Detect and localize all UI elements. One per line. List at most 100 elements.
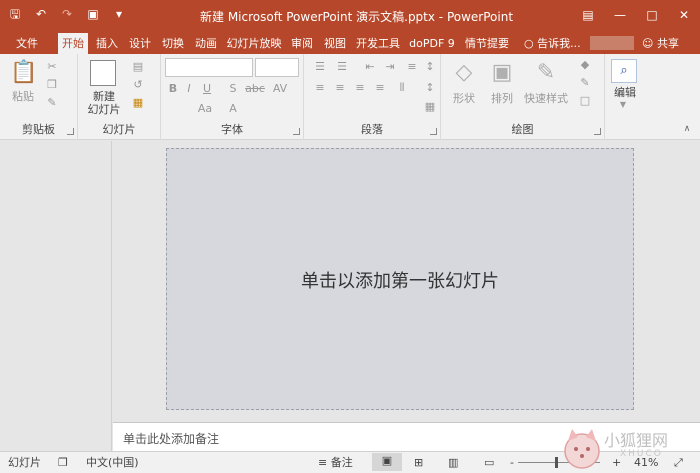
slide-title-placeholder[interactable]: 单击以添加第一张幻灯片: [167, 267, 633, 293]
customize-icon[interactable]: ▾: [110, 5, 128, 23]
shape-fill-icon[interactable]: ◆: [577, 58, 593, 71]
strikethrough-button[interactable]: abc: [245, 82, 265, 95]
proofing-icon[interactable]: ❐: [58, 455, 68, 471]
maximize-icon[interactable]: □: [636, 0, 668, 31]
smartart-icon[interactable]: ▦: [422, 100, 438, 113]
columns-icon[interactable]: ⫴: [394, 81, 410, 95]
text-direction-icon[interactable]: ↕: [422, 60, 438, 73]
italic-button[interactable]: I: [183, 82, 195, 95]
new-slide-icon[interactable]: [90, 60, 116, 86]
fox-logo-icon: [564, 429, 600, 469]
tab-design[interactable]: 设计: [125, 33, 155, 54]
quick-styles-icon[interactable]: ✎: [531, 60, 561, 88]
reset-icon[interactable]: ↺: [130, 78, 146, 91]
align-left-icon[interactable]: ≡: [312, 81, 328, 94]
paragraph-label: 段落: [361, 123, 383, 136]
search-icon[interactable]: ⌕: [611, 59, 637, 83]
save-icon[interactable]: 🖫: [6, 5, 24, 23]
font-name-combo[interactable]: [165, 58, 253, 77]
lightbulb-icon: ○: [524, 37, 534, 50]
cut-icon[interactable]: ✂: [44, 60, 60, 73]
slide-sorter-icon[interactable]: ⊞: [414, 455, 423, 471]
align-right-icon[interactable]: ≡: [352, 81, 368, 94]
zoom-out-button[interactable]: -: [510, 455, 514, 471]
redo-icon[interactable]: ↷: [58, 5, 76, 23]
collapse-ribbon-icon[interactable]: ∧: [680, 124, 694, 134]
font-label: 字体: [221, 123, 243, 136]
line-spacing-icon[interactable]: ≡: [404, 60, 420, 73]
justify-icon[interactable]: ≡: [372, 81, 388, 94]
copy-icon[interactable]: ❐: [44, 78, 60, 91]
tell-me-search[interactable]: ○ 告诉我...: [524, 33, 581, 54]
notes-placeholder[interactable]: 单击此处添加备注: [123, 430, 219, 447]
tab-review[interactable]: 审阅: [287, 33, 317, 54]
share-button[interactable]: ☺ 共享: [642, 33, 679, 54]
shapes-icon[interactable]: ◇: [449, 60, 479, 88]
paste-icon[interactable]: 📋: [10, 60, 37, 88]
editing-button[interactable]: 编辑: [607, 86, 643, 99]
tab-transitions[interactable]: 切换: [158, 33, 188, 54]
group-font: B I U S abc AV Aa A 字体: [161, 54, 304, 140]
group-clipboard: 📋 粘贴 ✂ ❐ ✎ 剪贴板: [0, 54, 78, 140]
ribbon-tabs: 文件 开始 插入 设计 切换 动画 幻灯片放映 审阅 视图 开发工具 doPDF…: [0, 31, 700, 54]
font-size-combo[interactable]: [255, 58, 299, 77]
bullets-icon[interactable]: ☰: [312, 60, 328, 73]
shape-outline-icon[interactable]: ✎: [577, 76, 593, 89]
tab-home[interactable]: 开始: [58, 33, 88, 54]
paste-button[interactable]: 粘贴: [8, 90, 38, 103]
notes-button[interactable]: ≡ 备注: [318, 455, 353, 471]
group-paragraph: ☰ ☰ ⇤ ⇥ ≡ ↕ ≡ ≡ ≡ ≡ ⫴ ↕ ▦ 段落: [304, 54, 441, 140]
tab-dopdf[interactable]: doPDF 9: [406, 33, 458, 54]
drawing-launcher-icon[interactable]: [594, 128, 601, 135]
language-indicator[interactable]: 中文(中国): [86, 455, 139, 471]
bold-button[interactable]: B: [167, 82, 179, 95]
numbering-icon[interactable]: ☰: [334, 60, 350, 73]
account-name-blurred: [590, 36, 634, 50]
slide-canvas[interactable]: 单击以添加第一张幻灯片: [166, 148, 634, 410]
slide-thumbnail-pane[interactable]: [0, 141, 112, 451]
window-title: 新建 Microsoft PowerPoint 演示文稿.pptx - Powe…: [200, 10, 514, 24]
tab-slideshow[interactable]: 幻灯片放映: [224, 33, 284, 54]
change-case-button[interactable]: Aa: [195, 102, 215, 115]
tab-animations[interactable]: 动画: [191, 33, 221, 54]
tab-view[interactable]: 视图: [320, 33, 350, 54]
chevron-down-icon[interactable]: ▼: [617, 100, 629, 109]
watermark: 小狐狸网 XHUCO: [560, 425, 700, 473]
notes-icon: ≡: [318, 456, 328, 469]
align-text-icon[interactable]: ↕: [422, 81, 438, 94]
arrange-icon[interactable]: ▣: [487, 60, 517, 88]
char-spacing-button[interactable]: AV: [271, 82, 289, 95]
font-launcher-icon[interactable]: [293, 128, 300, 135]
layout-icon[interactable]: ▤: [130, 60, 146, 73]
underline-button[interactable]: U: [201, 82, 213, 95]
align-center-icon[interactable]: ≡: [332, 81, 348, 94]
normal-view-icon[interactable]: ▣: [372, 453, 402, 471]
title-bar: 🖫 ↶ ↷ ▣ ▾ 新建 Microsoft PowerPoint 演示文稿.p…: [0, 0, 700, 31]
slideshow-view-icon[interactable]: ▭: [484, 455, 494, 471]
reading-view-icon[interactable]: ▥: [448, 455, 458, 471]
paragraph-launcher-icon[interactable]: [430, 128, 437, 135]
zoom-slider-thumb[interactable]: [555, 457, 558, 468]
clipboard-launcher-icon[interactable]: [67, 128, 74, 135]
shapes-button[interactable]: 形状: [447, 92, 481, 105]
minimize-icon[interactable]: —: [604, 0, 636, 31]
decrease-indent-icon[interactable]: ⇤: [362, 60, 378, 73]
arrange-button[interactable]: 排列: [485, 92, 519, 105]
tab-storyboard[interactable]: 情节提要: [461, 33, 513, 54]
font-color-button[interactable]: A: [227, 102, 239, 115]
new-slide-button[interactable]: 新建 幻灯片: [82, 90, 126, 116]
ribbon: 📋 粘贴 ✂ ❐ ✎ 剪贴板 新建 幻灯片 ▤ ↺ ▦ 幻灯片 B I U S …: [0, 54, 700, 140]
format-painter-icon[interactable]: ✎: [44, 96, 60, 109]
increase-indent-icon[interactable]: ⇥: [382, 60, 398, 73]
slideshow-icon[interactable]: ▣: [84, 5, 102, 23]
shadow-button[interactable]: S: [227, 82, 239, 95]
quick-styles-button[interactable]: 快速样式: [521, 92, 571, 105]
shape-effects-icon[interactable]: □: [577, 94, 593, 107]
undo-icon[interactable]: ↶: [32, 5, 50, 23]
ribbon-display-icon[interactable]: ▤: [572, 0, 604, 31]
section-icon[interactable]: ▦: [130, 96, 146, 109]
close-icon[interactable]: ✕: [668, 0, 700, 31]
tab-file[interactable]: 文件: [8, 33, 46, 54]
tab-insert[interactable]: 插入: [92, 33, 122, 54]
tab-developer[interactable]: 开发工具: [353, 33, 403, 54]
